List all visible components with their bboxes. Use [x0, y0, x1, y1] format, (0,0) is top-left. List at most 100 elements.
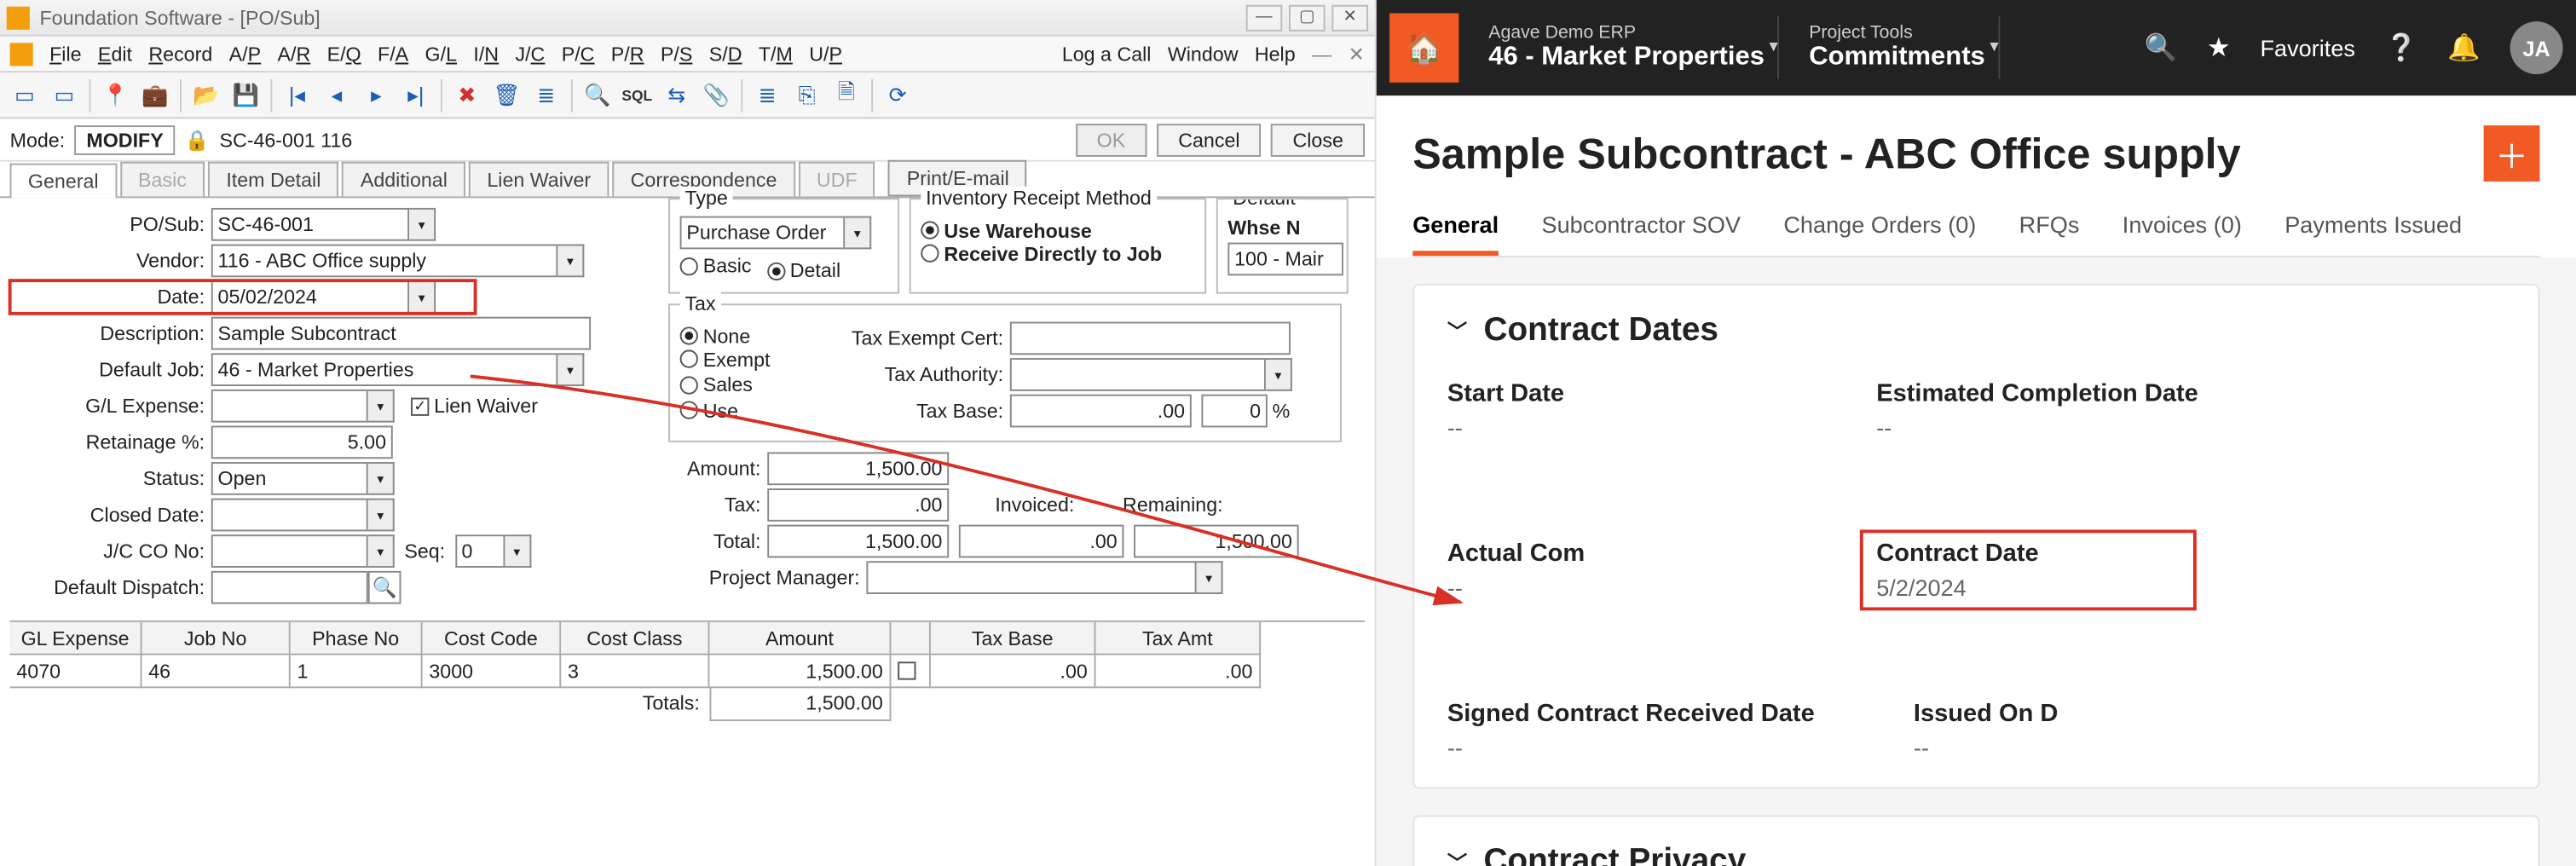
next-record-icon[interactable]: ▸	[358, 77, 395, 113]
maximize-button[interactable]: ▢	[1289, 4, 1326, 31]
user-avatar[interactable]: JA	[2510, 21, 2563, 74]
type-basic-radio[interactable]: Basic	[680, 254, 752, 277]
home-button[interactable]: 🏠	[1389, 13, 1458, 82]
col-taxbase[interactable]: Tax Base	[931, 622, 1096, 655]
last-record-icon[interactable]: ▸|	[398, 77, 435, 113]
menu-item[interactable]: Record	[148, 42, 212, 65]
book-icon[interactable]: ▭	[46, 77, 83, 113]
seq-input[interactable]: 0	[455, 534, 505, 568]
closed-date-input[interactable]	[211, 499, 368, 532]
tax-pct-input[interactable]: 0	[1201, 395, 1267, 428]
default-job-input[interactable]: 46 - Market Properties	[211, 353, 558, 386]
attach-icon[interactable]: 📎	[698, 77, 735, 113]
col-costcode[interactable]: Cost Code	[423, 622, 562, 655]
dropdown-icon[interactable]: ▾	[557, 245, 584, 278]
col-job[interactable]: Job No	[142, 622, 290, 655]
menu-item[interactable]: P/S	[661, 42, 692, 65]
tab-general[interactable]: General	[10, 164, 117, 199]
tab-rfqs[interactable]: RFQs	[2019, 198, 2080, 256]
card-header[interactable]: ﹀Contract Dates	[1447, 312, 2505, 350]
menu-item[interactable]: U/P	[809, 42, 842, 65]
search-icon[interactable]: 🔍	[2144, 32, 2177, 65]
tax-auth-input[interactable]	[1010, 358, 1266, 391]
menu-item[interactable]: S/D	[709, 42, 742, 65]
tab-basic[interactable]: Basic	[120, 162, 205, 197]
copy-doc-icon[interactable]: ⎘	[788, 77, 825, 113]
menu-item[interactable]: Help	[1255, 42, 1296, 65]
dropdown-icon[interactable]: ▾	[368, 499, 395, 532]
dropdown-icon[interactable]: ▾	[557, 353, 584, 386]
vendor-input[interactable]: 116 - ABC Office supply	[211, 245, 558, 278]
trash-icon[interactable]: 🗑	[488, 77, 525, 113]
menu-item[interactable]: Edit	[98, 42, 132, 65]
col-chk[interactable]	[891, 622, 930, 655]
menu-item[interactable]: A/R	[277, 42, 310, 65]
help-icon[interactable]: ❔	[2385, 32, 2418, 65]
save-icon[interactable]: 💾	[228, 77, 264, 113]
menu-item[interactable]: Window	[1168, 42, 1239, 65]
lien-waiver-check[interactable]: ✓Lien Waiver	[411, 395, 538, 418]
pm-input[interactable]	[866, 561, 1196, 594]
card-header[interactable]: ﹀Contract Privacy	[1447, 843, 2505, 866]
favorites-label[interactable]: Favorites	[2261, 35, 2355, 61]
add-button[interactable]: ＋	[2484, 125, 2540, 182]
menu-item[interactable]: J/C	[515, 42, 545, 65]
menu-item[interactable]: G/L	[425, 42, 457, 65]
book-open-icon[interactable]: ▭	[7, 77, 43, 113]
dropdown-icon[interactable]: ▾	[409, 280, 436, 314]
tax-use-radio[interactable]: Use	[680, 399, 738, 422]
prev-record-icon[interactable]: ◂	[319, 77, 355, 113]
refresh-icon[interactable]: ⟳	[880, 77, 916, 113]
tab-item-detail[interactable]: Item Detail	[208, 162, 339, 197]
menu-item[interactable]: F/A	[378, 42, 408, 65]
bell-icon[interactable]: 🔔	[2447, 32, 2481, 65]
col-amount[interactable]: Amount	[709, 622, 891, 655]
retainage-input[interactable]: 5.00	[211, 425, 393, 459]
menu-item[interactable]: I/N	[473, 42, 499, 65]
ok-button[interactable]: OK	[1076, 123, 1147, 156]
dropdown-icon[interactable]: ▾	[1266, 358, 1292, 391]
type-detail-radio[interactable]: Detail	[767, 259, 841, 282]
link-icon[interactable]: ⇆	[658, 77, 695, 113]
col-costclass[interactable]: Cost Class	[561, 622, 709, 655]
lookup-icon[interactable]: 🔍	[368, 571, 401, 604]
dropdown-icon[interactable]: ▾	[1197, 561, 1223, 594]
whse-input[interactable]: 100 - Mair	[1227, 243, 1343, 276]
close-window-button[interactable]: ✕	[1331, 4, 1368, 31]
tab-lien-waiver[interactable]: Lien Waiver	[469, 162, 609, 197]
star-icon[interactable]: ★	[2207, 32, 2231, 65]
menu-item[interactable]: Log a Call	[1062, 42, 1152, 65]
tab-change-orders[interactable]: Change Orders (0)	[1783, 198, 1976, 256]
col-gl[interactable]: GL Expense	[10, 622, 142, 655]
dropdown-icon[interactable]: ▾	[845, 216, 871, 250]
briefcase-icon[interactable]: 💼	[137, 77, 174, 113]
inv-direct-radio[interactable]: Receive Directly to Job	[921, 242, 1162, 265]
tax-none-radio[interactable]: None	[680, 324, 751, 347]
po-sub-input[interactable]: SC-46-001	[211, 208, 409, 241]
tab-invoices[interactable]: Invoices (0)	[2123, 198, 2242, 256]
tab-udf[interactable]: UDF	[799, 162, 875, 197]
menu-item[interactable]: T/M	[759, 42, 793, 65]
col-taxamt[interactable]: Tax Amt	[1096, 622, 1262, 655]
tab-additional[interactable]: Additional	[343, 162, 466, 197]
dropdown-icon[interactable]: ▾	[368, 462, 395, 495]
status-input[interactable]: Open	[211, 462, 368, 495]
pin-icon[interactable]: 📍	[97, 77, 134, 113]
dropdown-icon[interactable]: ▾	[505, 534, 531, 568]
jc-co-input[interactable]	[211, 534, 368, 568]
menu-item[interactable]: P/R	[611, 42, 644, 65]
description-input[interactable]: Sample Subcontract	[211, 317, 591, 350]
col-phase[interactable]: Phase No	[291, 622, 423, 655]
breadcrumb-tool[interactable]: Project Tools Commitments ▼	[1796, 17, 2000, 79]
default-dispatch-input[interactable]	[211, 571, 368, 604]
date-input[interactable]: 05/02/2024	[211, 280, 409, 314]
menu-item[interactable]: P/C	[562, 42, 595, 65]
dropdown-icon[interactable]: ▾	[368, 390, 395, 423]
menu-item[interactable]: File	[49, 42, 81, 65]
tab-sov[interactable]: Subcontractor SOV	[1541, 198, 1741, 256]
mdi-close-icon[interactable]: ✕	[1349, 42, 1365, 65]
tax-cert-input[interactable]	[1010, 322, 1291, 355]
minimize-button[interactable]: —	[1246, 4, 1283, 31]
search-icon[interactable]: 🔍	[580, 77, 616, 113]
first-record-icon[interactable]: |◂	[279, 77, 315, 113]
